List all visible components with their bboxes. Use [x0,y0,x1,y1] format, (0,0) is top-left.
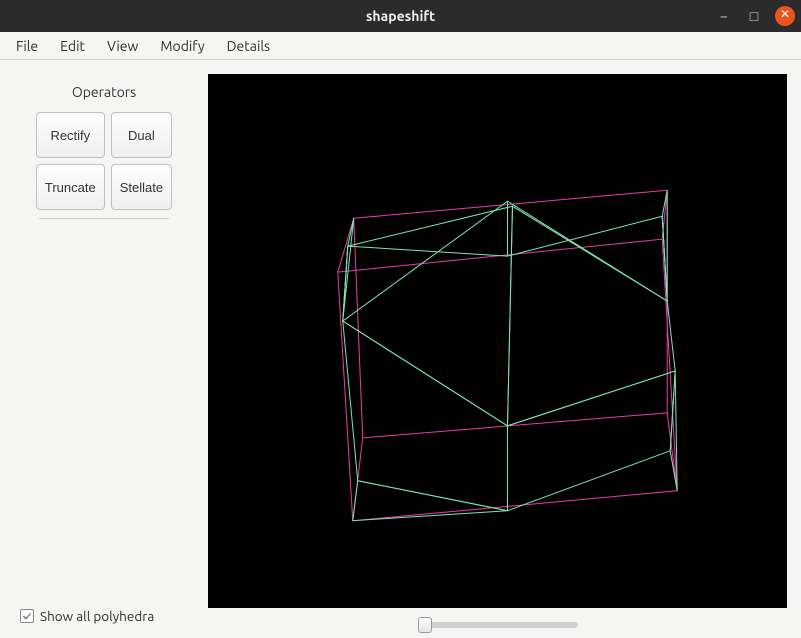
menu-edit[interactable]: Edit [50,34,95,58]
cuboctahedron-wireframe [343,190,677,520]
close-button[interactable]: ✕ [775,6,795,26]
operators-panel: Operators Rectify Dual Truncate Stellate [14,74,194,636]
frame-slider[interactable] [418,622,578,628]
content-area: Operators Rectify Dual Truncate Stellate [0,60,801,638]
titlebar: shapeshift − □ ✕ [0,0,801,32]
viewport-column [208,74,787,636]
dual-button[interactable]: Dual [111,112,172,158]
show-all-checkbox[interactable]: ✓ [20,609,34,623]
rectify-button[interactable]: Rectify [36,112,105,158]
maximize-button[interactable]: □ [745,7,763,25]
wireframe-svg [208,74,787,608]
menu-file[interactable]: File [6,34,48,58]
separator [39,218,169,219]
truncate-button[interactable]: Truncate [36,164,105,210]
viewport-3d[interactable] [208,74,787,608]
app-window: shapeshift − □ ✕ File Edit View Modify D… [0,0,801,638]
menu-details[interactable]: Details [217,34,280,58]
minimize-button[interactable]: − [715,7,733,25]
footer-row: ✓ Show all polyhedra [14,606,787,624]
window-title: shapeshift [366,8,435,24]
menu-view[interactable]: View [97,34,148,58]
frame-slider-thumb[interactable] [418,617,432,633]
main-row: Operators Rectify Dual Truncate Stellate [14,60,787,636]
operators-grid: Rectify Dual Truncate Stellate [36,112,172,210]
window-controls: − □ ✕ [715,0,795,32]
menubar: File Edit View Modify Details [0,32,801,60]
stellate-button[interactable]: Stellate [111,164,172,210]
menu-modify[interactable]: Modify [150,34,214,58]
show-all-checkbox-row[interactable]: ✓ Show all polyhedra [20,608,154,624]
operators-heading: Operators [72,84,136,100]
show-all-label: Show all polyhedra [40,608,154,624]
